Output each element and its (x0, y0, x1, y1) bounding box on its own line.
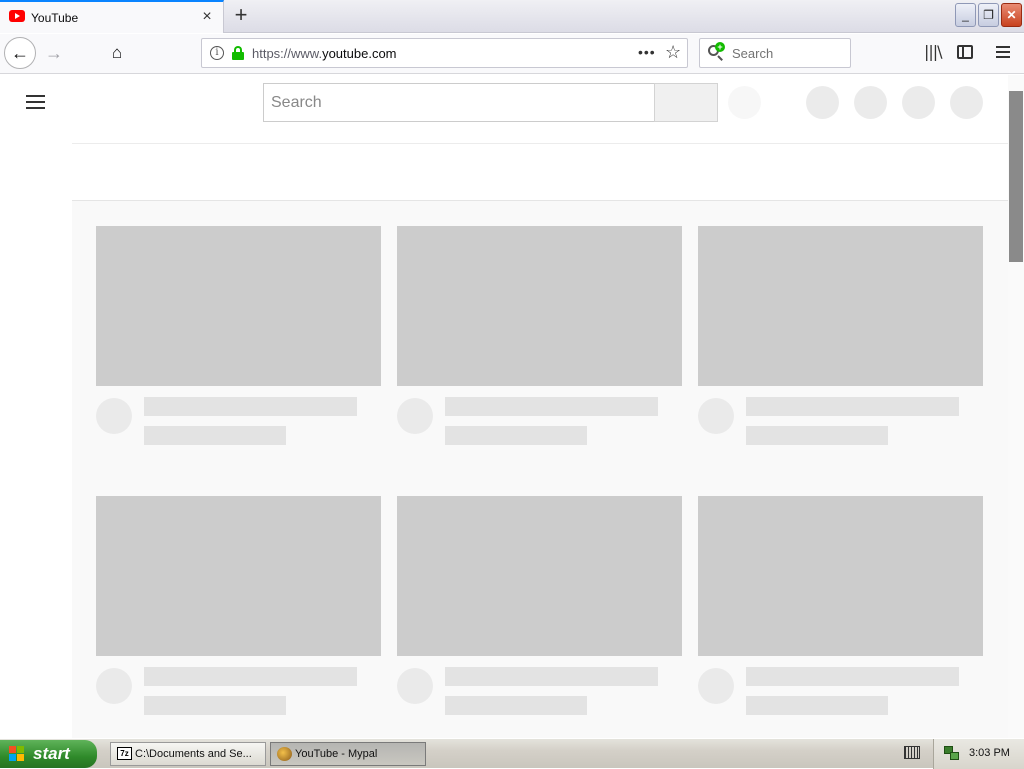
thumbnail-placeholder (397, 496, 682, 656)
chip-bar-placeholder (72, 144, 1008, 201)
clock[interactable]: 3:03 PM (969, 747, 1010, 759)
channel-avatar-placeholder (397, 668, 433, 704)
windows-taskbar: start 7z C:\Documents and Se... YouTube … (0, 738, 1024, 769)
thumbnail-placeholder (698, 496, 983, 656)
metadata-placeholder (746, 696, 888, 715)
lock-icon (232, 46, 244, 60)
search-engine-icon[interactable]: + (708, 42, 725, 61)
header-icon-placeholder[interactable] (902, 86, 935, 119)
url-scheme: https://www. (252, 46, 323, 61)
tab-strip: YouTube × + _ ❐ ✕ (0, 0, 1024, 33)
thumbnail-placeholder (397, 226, 682, 386)
metadata-placeholder (445, 426, 587, 445)
home-button[interactable]: ⌂ (105, 41, 129, 65)
sidebar-toggle-icon[interactable] (957, 45, 973, 59)
tab-close-icon[interactable]: × (199, 9, 215, 25)
system-tray: 3:03 PM (933, 739, 1024, 769)
thumbnail-placeholder (698, 226, 983, 386)
youtube-search-input[interactable] (264, 84, 654, 121)
page-viewport (0, 75, 1024, 738)
title-placeholder (445, 397, 658, 416)
thumbnail-placeholder (96, 226, 381, 386)
bookmark-star-icon[interactable]: ☆ (665, 42, 681, 63)
minimize-button[interactable]: _ (955, 3, 976, 27)
title-placeholder (746, 397, 959, 416)
channel-avatar-placeholder (397, 398, 433, 434)
url-text[interactable]: https://www.youtube.com (252, 46, 397, 61)
metadata-placeholder (445, 696, 587, 715)
channel-avatar-placeholder (698, 398, 734, 434)
start-button[interactable]: start (0, 740, 97, 768)
back-button[interactable]: ← (4, 37, 36, 69)
restore-button[interactable]: ❐ (978, 3, 999, 27)
youtube-favicon-icon (9, 10, 25, 22)
title-placeholder (746, 667, 959, 686)
voice-search-placeholder[interactable] (728, 86, 761, 119)
video-card-placeholder[interactable] (698, 496, 983, 726)
taskbar-item-label: C:\Documents and Se... (135, 748, 252, 760)
channel-avatar-placeholder (698, 668, 734, 704)
browser-search-bar[interactable]: + Search (699, 38, 851, 68)
video-card-placeholder[interactable] (698, 226, 983, 456)
navigation-toolbar: ← → ⌂ i https://www.youtube.com ••• ☆ + … (0, 34, 1024, 74)
close-window-button[interactable]: ✕ (1001, 3, 1022, 27)
title-placeholder (144, 667, 357, 686)
network-icon[interactable] (944, 746, 960, 761)
channel-avatar-placeholder (96, 398, 132, 434)
tab-youtube[interactable]: YouTube × (0, 0, 224, 33)
content-area (72, 143, 1008, 738)
taskbar-item-label: YouTube - Mypal (295, 748, 378, 760)
windows-logo-icon (9, 746, 26, 762)
library-icon[interactable]: |||\ (924, 42, 943, 61)
hamburger-menu-icon[interactable] (996, 46, 1010, 58)
window-controls: _ ❐ ✕ (955, 3, 1022, 27)
title-placeholder (445, 667, 658, 686)
avatar-placeholder[interactable] (950, 86, 983, 119)
page-actions-icon[interactable]: ••• (638, 44, 656, 60)
7zip-icon: 7z (117, 747, 132, 760)
mypal-icon (277, 747, 292, 761)
header-icon-placeholder[interactable] (854, 86, 887, 119)
tab-title: YouTube (31, 11, 79, 25)
new-tab-button[interactable]: + (229, 4, 253, 28)
keyboard-icon[interactable] (904, 746, 920, 759)
video-card-placeholder[interactable] (397, 496, 682, 726)
youtube-search-box[interactable] (263, 83, 655, 122)
url-host: youtube.com (322, 46, 397, 61)
video-card-placeholder[interactable] (96, 496, 381, 726)
youtube-search-button[interactable] (654, 83, 718, 122)
metadata-placeholder (746, 426, 888, 445)
video-card-placeholder[interactable] (397, 226, 682, 456)
guide-menu-icon[interactable] (26, 95, 45, 109)
header-icon-placeholder[interactable] (806, 86, 839, 119)
forward-button[interactable]: → (42, 41, 66, 65)
metadata-placeholder (144, 426, 286, 445)
metadata-placeholder (144, 696, 286, 715)
scrollbar-thumb[interactable] (1009, 91, 1023, 262)
taskbar-item-mypal[interactable]: YouTube - Mypal (270, 742, 426, 766)
url-bar[interactable]: i https://www.youtube.com ••• ☆ (201, 38, 688, 68)
youtube-masthead (0, 75, 1008, 131)
video-card-placeholder[interactable] (96, 226, 381, 456)
thumbnail-placeholder (96, 496, 381, 656)
page-scrollbar[interactable] (1008, 75, 1024, 738)
browser-search-placeholder: Search (732, 46, 774, 61)
start-label: start (33, 744, 70, 763)
channel-avatar-placeholder (96, 668, 132, 704)
site-info-icon[interactable]: i (210, 46, 224, 60)
title-placeholder (144, 397, 357, 416)
taskbar-item-7zip[interactable]: 7z C:\Documents and Se... (110, 742, 266, 766)
